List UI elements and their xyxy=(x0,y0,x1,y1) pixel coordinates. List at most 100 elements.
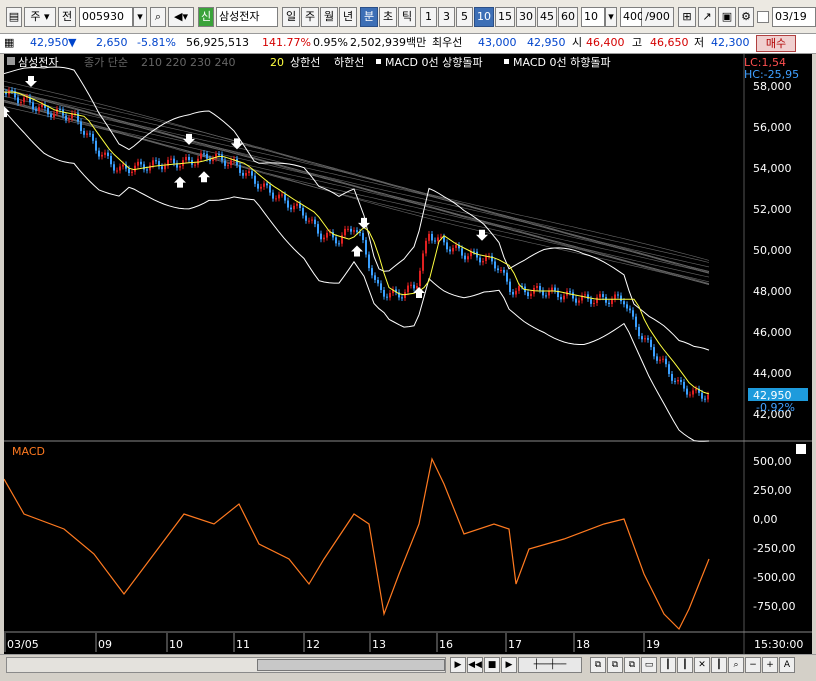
price-tick: 46,000 xyxy=(753,326,792,339)
candle-body xyxy=(278,194,280,199)
tile-icon[interactable]: ⧉ xyxy=(590,657,606,673)
date-input[interactable]: 03/19 xyxy=(772,7,816,27)
period-month[interactable]: 월 xyxy=(320,7,338,27)
period-week[interactable]: 주 xyxy=(301,7,319,27)
stop-icon[interactable]: ■ xyxy=(484,657,500,673)
interval-60[interactable]: 60 xyxy=(558,7,578,27)
time-tick: 03/05 xyxy=(7,638,39,651)
save-icon[interactable]: ▣ xyxy=(718,7,736,27)
candle-body xyxy=(317,224,319,234)
candle-body xyxy=(602,294,604,298)
interval-dropdown[interactable]: ▾ xyxy=(605,7,617,27)
window-icon[interactable]: ▭ xyxy=(641,657,657,673)
horizontal-scrollbar[interactable] xyxy=(6,657,446,673)
candle-body xyxy=(701,392,703,399)
code-dropdown[interactable]: ▾ xyxy=(133,7,147,27)
price-change: 2,650 xyxy=(96,36,128,49)
interval-5[interactable]: 5 xyxy=(456,7,473,27)
forward-icon[interactable]: ▶ xyxy=(501,657,517,673)
interval-10[interactable]: 10 xyxy=(474,7,494,27)
candle-body xyxy=(527,292,529,297)
candle-body xyxy=(656,356,658,361)
tile2-icon[interactable]: ⧉ xyxy=(607,657,623,673)
candle-body xyxy=(101,154,103,157)
interval-input[interactable]: 10 xyxy=(581,7,605,27)
candle-body xyxy=(572,292,574,299)
period-year[interactable]: 년 xyxy=(339,7,357,27)
candle-body xyxy=(620,295,622,302)
candle-body xyxy=(437,237,439,242)
time-axis: 03/05 09 10 11 12 13 16 17 18 19 15:30:0… xyxy=(4,633,803,652)
search-icon[interactable]: ⌕ xyxy=(150,7,166,27)
chart-type-icon[interactable]: ▤ xyxy=(6,7,22,27)
current-pct-label: -0.92% xyxy=(756,401,795,414)
candle-body xyxy=(350,228,352,232)
interval-1[interactable]: 1 xyxy=(420,7,437,27)
candle-body xyxy=(689,394,691,396)
indicator-icon[interactable]: ⊞ xyxy=(678,7,696,27)
candle-mix-icon[interactable]: ┃ xyxy=(677,657,693,673)
buy-button[interactable]: 매수 xyxy=(756,35,796,52)
candle-body xyxy=(692,390,694,395)
interval-3[interactable]: 3 xyxy=(438,7,455,27)
period-tick[interactable]: 틱 xyxy=(398,7,416,27)
jeon-button[interactable]: 전 xyxy=(58,7,76,27)
tile3-icon[interactable]: ⧉ xyxy=(624,657,640,673)
list-icon[interactable]: ▦ xyxy=(4,34,16,52)
rewind-icon[interactable]: ◀◀ xyxy=(467,657,483,673)
candle-body xyxy=(146,169,148,171)
line-tool-icon[interactable]: ↗ xyxy=(698,7,716,27)
down-arrow-icon: ▼ xyxy=(68,36,77,49)
legend-ma-label: 종가 단순 xyxy=(84,56,128,69)
bar-icon[interactable]: ┃ xyxy=(711,657,727,673)
code-input[interactable]: 005930 xyxy=(79,7,133,27)
ask-price: 43,000 xyxy=(478,36,517,49)
macd-tick: -250,00 xyxy=(753,542,795,555)
stock-name[interactable]: 삼성전자 xyxy=(216,7,278,27)
interval-45[interactable]: 45 xyxy=(537,7,557,27)
count-input[interactable]: 400 xyxy=(620,7,644,27)
candle-body xyxy=(512,291,514,295)
ma-line xyxy=(3,88,710,274)
candle-body xyxy=(152,160,154,166)
candle-body xyxy=(242,172,244,176)
candle-body xyxy=(680,379,682,382)
interval-30[interactable]: 30 xyxy=(516,7,536,27)
zoom-slider[interactable]: ┼──┼── xyxy=(518,657,582,673)
settings-icon[interactable]: ⚙ xyxy=(738,7,754,27)
period-second[interactable]: 초 xyxy=(379,7,397,27)
candle-body xyxy=(236,158,238,166)
type-select[interactable]: 주 ▾ xyxy=(24,7,56,27)
font-size-icon[interactable]: A xyxy=(779,657,795,673)
candle-body xyxy=(503,269,505,273)
scroll-thumb[interactable] xyxy=(257,659,445,671)
candle-body xyxy=(500,269,502,271)
candle-body xyxy=(248,171,250,173)
period-minute[interactable]: 분 xyxy=(360,7,378,27)
period-day[interactable]: 일 xyxy=(282,7,300,27)
candle-body xyxy=(314,219,316,225)
candle-body xyxy=(419,270,421,287)
candle-body xyxy=(590,298,592,304)
pane-close-icon[interactable] xyxy=(796,444,806,454)
candle-body xyxy=(179,166,181,168)
interval-15[interactable]: 15 xyxy=(495,7,515,27)
chart-area[interactable]: 삼성전자 종가 단순 210 220 230 240 20 상한선 하한선 MA… xyxy=(0,54,812,654)
sound-icon[interactable]: ◀▾ xyxy=(168,7,194,27)
candle-up-icon[interactable]: ┃ xyxy=(660,657,676,673)
candle-body xyxy=(113,164,115,171)
candle-body xyxy=(383,289,385,297)
candle-body xyxy=(371,268,373,276)
macd-tick: 250,00 xyxy=(753,484,792,497)
macd-path xyxy=(3,457,710,631)
candle-body xyxy=(188,156,190,161)
zoom-in-icon[interactable]: + xyxy=(762,657,778,673)
cross-icon[interactable]: ✕ xyxy=(694,657,710,673)
candle-body xyxy=(593,302,595,304)
candle-body xyxy=(665,358,667,365)
find-icon[interactable]: ⌕ xyxy=(728,657,744,673)
checkbox[interactable] xyxy=(757,11,769,23)
scroll-right-icon[interactable]: ▶ xyxy=(450,657,466,673)
candle-body xyxy=(584,294,586,296)
zoom-out-icon[interactable]: − xyxy=(745,657,761,673)
